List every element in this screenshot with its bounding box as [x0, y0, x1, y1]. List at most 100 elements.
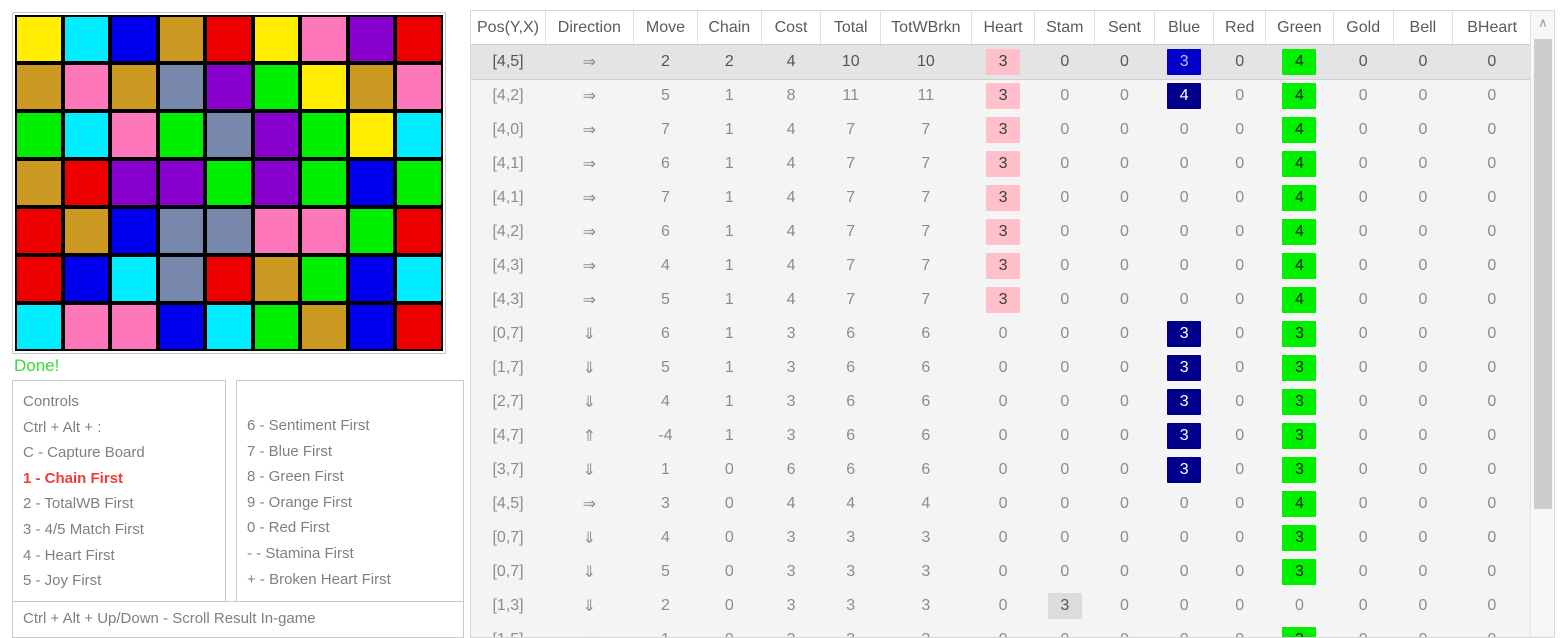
board-cell[interactable]: [15, 15, 63, 63]
table-row[interactable]: [0,7] ⇓ 4 0 3 3 3 0 0 0 0 0 3 0 0 0: [471, 521, 1531, 555]
board-cell[interactable]: [300, 15, 348, 63]
board-cell[interactable]: [252, 207, 301, 255]
board-cell[interactable]: [205, 15, 253, 63]
board-cell[interactable]: [300, 63, 348, 111]
table-row[interactable]: [4,2] ⇒ 5 1 8 11 11 3 0 0 4 0 4 0 0 0: [471, 79, 1531, 113]
board-cell[interactable]: [205, 159, 253, 207]
table-row[interactable]: [4,1] ⇒ 7 1 4 7 7 3 0 0 0 0 4 0 0 0: [471, 181, 1531, 215]
board-cell[interactable]: [110, 303, 158, 351]
board-cell[interactable]: [110, 159, 158, 207]
board-cell[interactable]: [110, 207, 158, 255]
table-row[interactable]: [1,7] ⇓ 5 1 3 6 6 0 0 0 3 0 3 0 0 0: [471, 351, 1531, 385]
board-cell[interactable]: [62, 255, 111, 303]
board-cell[interactable]: [157, 63, 206, 111]
board-cell[interactable]: [62, 63, 111, 111]
board-cell[interactable]: [15, 111, 63, 159]
board-cell[interactable]: [395, 111, 443, 159]
column-header-total[interactable]: Total: [820, 11, 882, 46]
board-cell[interactable]: [395, 15, 443, 63]
board-cell[interactable]: [347, 111, 396, 159]
board-cell[interactable]: [205, 303, 253, 351]
board-cell[interactable]: [252, 111, 301, 159]
board-cell[interactable]: [252, 63, 301, 111]
vertical-scrollbar[interactable]: ∧: [1530, 11, 1554, 637]
board-cell[interactable]: [157, 159, 206, 207]
board-cell[interactable]: [157, 15, 206, 63]
column-header-direction[interactable]: Direction: [545, 11, 635, 46]
board-cell[interactable]: [157, 255, 206, 303]
board-cell[interactable]: [62, 303, 111, 351]
column-header-gold[interactable]: Gold: [1333, 11, 1394, 46]
table-row[interactable]: [3,7] ⇓ 1 0 6 6 6 0 0 0 3 0 3 0 0 0: [471, 453, 1531, 487]
table-row[interactable]: [4,5] ⇒ 2 2 4 10 10 3 0 0 3 0 4 0 0 0: [471, 44, 1531, 80]
board-cell[interactable]: [252, 255, 301, 303]
board-cell[interactable]: [205, 111, 253, 159]
board-cell[interactable]: [110, 15, 158, 63]
scroll-up-icon[interactable]: ∧: [1531, 11, 1554, 35]
board-cell[interactable]: [347, 207, 396, 255]
board-cell[interactable]: [15, 207, 63, 255]
board-cell[interactable]: [205, 63, 253, 111]
column-header-red[interactable]: Red: [1213, 11, 1266, 46]
column-header-totwbrkn[interactable]: TotWBrkn: [880, 11, 972, 46]
column-header-pos-y-x-[interactable]: Pos(Y,X): [471, 11, 546, 46]
board-cell[interactable]: [395, 207, 443, 255]
board-cell[interactable]: [347, 303, 396, 351]
table-row[interactable]: [4,3] ⇒ 5 1 4 7 7 3 0 0 0 0 4 0 0 0: [471, 283, 1531, 317]
board-cell[interactable]: [110, 111, 158, 159]
board-cell[interactable]: [300, 255, 348, 303]
board-cell[interactable]: [62, 111, 111, 159]
table-row[interactable]: [4,1] ⇒ 6 1 4 7 7 3 0 0 0 0 4 0 0 0: [471, 147, 1531, 181]
board-cell[interactable]: [252, 303, 301, 351]
table-row[interactable]: [4,5] ⇒ 3 0 4 4 4 0 0 0 0 0 4 0 0 0: [471, 487, 1531, 521]
table-row[interactable]: [1,3] ⇓ 2 0 3 3 3 0 3 0 0 0 0 0 0 0: [471, 589, 1531, 623]
board-cell[interactable]: [110, 63, 158, 111]
board-cell[interactable]: [347, 63, 396, 111]
board-cell[interactable]: [15, 303, 63, 351]
board-cell[interactable]: [15, 255, 63, 303]
board-cell[interactable]: [15, 63, 63, 111]
column-header-heart[interactable]: Heart: [971, 11, 1036, 46]
column-header-cost[interactable]: Cost: [761, 11, 822, 46]
table-row[interactable]: [1,5]⇒10333000003000: [471, 623, 1531, 637]
board-cell[interactable]: [62, 207, 111, 255]
board-cell[interactable]: [157, 303, 206, 351]
column-header-move[interactable]: Move: [633, 11, 698, 46]
board-cell[interactable]: [395, 63, 443, 111]
results-table-scroll-area[interactable]: Pos(Y,X) Direction Move Chain Cost Total TotWB…: [471, 11, 1531, 637]
column-header-bheart[interactable]: BHeart: [1452, 11, 1531, 46]
table-row[interactable]: [4,3] ⇒ 4 1 4 7 7 3 0 0 0 0 4 0 0 0: [471, 249, 1531, 283]
board-cell[interactable]: [252, 15, 301, 63]
board-cell[interactable]: [300, 207, 348, 255]
table-row[interactable]: [2,7] ⇓ 4 1 3 6 6 0 0 0 3 0 3 0 0 0: [471, 385, 1531, 419]
board-cell[interactable]: [157, 111, 206, 159]
table-row[interactable]: [0,7] ⇓ 6 1 3 6 6 0 0 0 3 0 3 0 0 0: [471, 317, 1531, 351]
board-cell[interactable]: [300, 159, 348, 207]
column-header-sent[interactable]: Sent: [1094, 11, 1155, 46]
board-cell[interactable]: [300, 303, 348, 351]
board-cell[interactable]: [347, 15, 396, 63]
table-row[interactable]: [4,2] ⇒ 6 1 4 7 7 3 0 0 0 0 4 0 0 0: [471, 215, 1531, 249]
board-cell[interactable]: [15, 159, 63, 207]
board-cell[interactable]: [110, 255, 158, 303]
column-header-stam[interactable]: Stam: [1034, 11, 1096, 46]
board-cell[interactable]: [300, 111, 348, 159]
column-header-bell[interactable]: Bell: [1393, 11, 1454, 46]
board-cell[interactable]: [347, 159, 396, 207]
table-row[interactable]: [4,7] ⇑ -4 1 3 6 6 0 0 0 3 0 3 0 0 0: [471, 419, 1531, 453]
board-cell[interactable]: [157, 207, 206, 255]
column-header-chain[interactable]: Chain: [697, 11, 762, 46]
board-cell[interactable]: [205, 255, 253, 303]
table-row[interactable]: [4,0] ⇒ 7 1 4 7 7 3 0 0 0 0 4 0 0 0: [471, 113, 1531, 147]
board-cell[interactable]: [62, 159, 111, 207]
table-row[interactable]: [0,7] ⇓ 5 0 3 3 3 0 0 0 0 0 3 0 0 0: [471, 555, 1531, 589]
column-header-green[interactable]: Green: [1265, 11, 1334, 46]
column-header-blue[interactable]: Blue: [1154, 11, 1215, 46]
board-cell[interactable]: [395, 303, 443, 351]
board-cell[interactable]: [347, 255, 396, 303]
board-cell[interactable]: [395, 159, 443, 207]
scrollbar-thumb[interactable]: [1534, 39, 1552, 509]
board-cell[interactable]: [395, 255, 443, 303]
board-cell[interactable]: [62, 15, 111, 63]
board-cell[interactable]: [205, 207, 253, 255]
